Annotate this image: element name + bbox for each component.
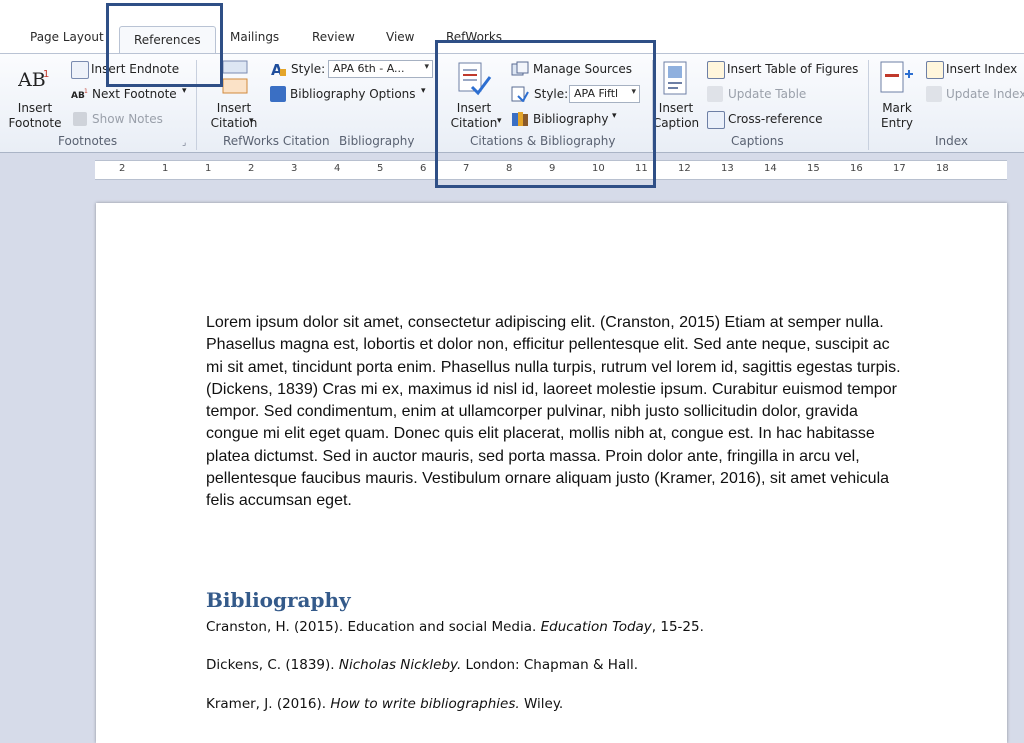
insert-footnote-button[interactable]: Insert Footnote — [4, 101, 66, 131]
next-footnote-dropdown-icon[interactable]: ▾ — [182, 86, 187, 96]
ruler-number: 18 — [936, 163, 949, 174]
ruler-number: 15 — [807, 163, 820, 174]
cross-reference-button[interactable]: Cross-reference — [728, 112, 823, 126]
insert-endnote-icon — [71, 61, 89, 79]
group-divider — [868, 60, 869, 150]
refworks-insert-citation-icon — [221, 59, 249, 97]
svg-text:1: 1 — [43, 69, 49, 80]
refworks-style-dropdown[interactable]: APA 6th - A... ▾ — [328, 60, 433, 78]
ruler-number: 2 — [248, 163, 255, 174]
ruler-number: 1 — [162, 163, 169, 174]
refworks-group-label-2: Bibliography — [339, 134, 415, 148]
ruler-number: 12 — [678, 163, 691, 174]
bibliography-entry: Cranston, H. (2015). Education and socia… — [206, 619, 704, 635]
captions-group-label: Captions — [731, 134, 784, 148]
svg-text:1: 1 — [84, 88, 88, 95]
refworks-style-label: Style: — [291, 62, 326, 76]
cross-reference-icon — [707, 111, 725, 129]
svg-text:AB: AB — [18, 69, 46, 91]
insert-caption-button[interactable]: Insert Caption — [650, 101, 702, 131]
refworks-insert-citation-button[interactable]: Insert Citation — [203, 101, 265, 131]
ruler-number: 1 — [205, 163, 212, 174]
highlight-citations-group — [435, 40, 656, 188]
ruler-number: 2 — [119, 163, 126, 174]
index-group-label: Index — [935, 134, 969, 148]
ruler-number: 14 — [764, 163, 777, 174]
ruler-number: 13 — [721, 163, 734, 174]
tab-page-layout[interactable]: Page Layout — [30, 30, 104, 44]
refworks-insert-citation-dropdown-icon[interactable]: ▾ — [249, 116, 254, 126]
bibliography-options-button[interactable]: Bibliography Options — [290, 87, 416, 101]
next-footnote-button[interactable]: Next Footnote — [92, 87, 177, 101]
update-table-button[interactable]: Update Table — [728, 87, 806, 101]
insert-table-of-figures-icon — [707, 61, 725, 79]
update-table-icon — [707, 86, 723, 102]
mark-entry-icon — [879, 60, 915, 96]
bibliography-options-icon — [270, 86, 286, 102]
ruler-number: 4 — [334, 163, 341, 174]
next-footnote-icon: AB 1 — [71, 86, 88, 101]
mark-entry-button[interactable]: Mark Entry — [872, 101, 922, 131]
tab-view[interactable]: View — [386, 30, 414, 44]
insert-footnote-icon: AB 1 — [17, 66, 50, 92]
ruler-margin — [0, 160, 95, 178]
svg-text:AB: AB — [71, 91, 85, 101]
tab-mailings[interactable]: Mailings — [230, 30, 279, 44]
chevron-down-icon: ▾ — [424, 62, 429, 72]
ruler-number: 5 — [377, 163, 384, 174]
ruler-number: 6 — [420, 163, 427, 174]
ruler-number: 17 — [893, 163, 906, 174]
insert-caption-icon — [662, 60, 688, 96]
refworks-style-icon: A — [270, 61, 287, 79]
bibliography-entry: Dickens, C. (1839). Nicholas Nickleby. L… — [206, 657, 639, 673]
bibliography-options-dropdown-icon[interactable]: ▾ — [421, 86, 426, 96]
bibliography-entry: Kramer, J. (2016). How to write bibliogr… — [206, 696, 564, 712]
bibliography-heading: Bibliography — [206, 588, 351, 612]
insert-index-button[interactable]: Insert Index — [946, 62, 1017, 76]
update-index-button[interactable]: Update Index — [946, 87, 1024, 101]
dialog-launcher-icon[interactable]: ⌟ — [182, 138, 186, 148]
document-body-text[interactable]: Lorem ipsum dolor sit amet, consectetur … — [206, 312, 906, 513]
insert-table-of-figures-button[interactable]: Insert Table of Figures — [727, 62, 858, 76]
ruler-number: 16 — [850, 163, 863, 174]
footnotes-group-label: Footnotes — [58, 134, 118, 148]
insert-index-icon — [926, 61, 944, 79]
show-notes-icon — [73, 112, 87, 126]
show-notes-button[interactable]: Show Notes — [92, 112, 163, 126]
highlight-references-tab — [106, 3, 223, 87]
refworks-group-label: RefWorks Citation — [223, 134, 330, 148]
update-index-icon — [926, 86, 942, 102]
ruler-number: 3 — [291, 163, 298, 174]
tab-review[interactable]: Review — [312, 30, 355, 44]
